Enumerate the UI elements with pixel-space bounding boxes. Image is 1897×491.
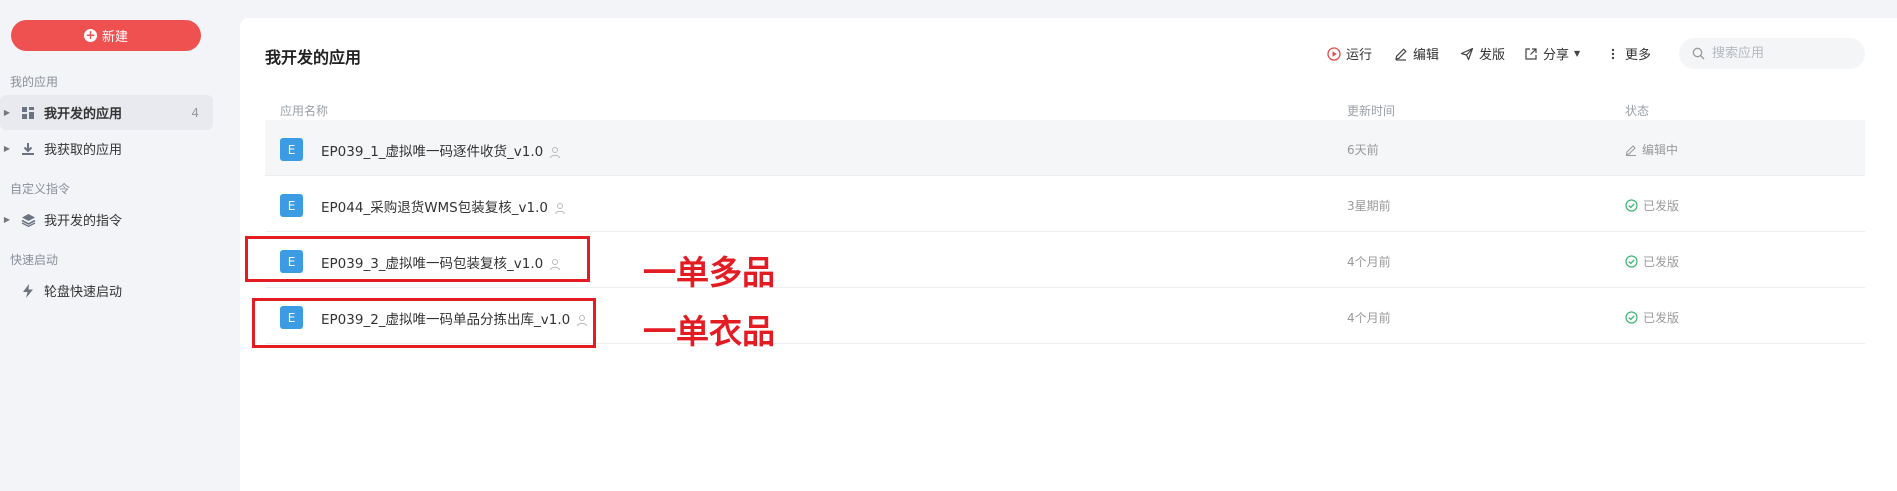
status-cell: 已发版 (1625, 309, 1679, 326)
updated-time: 3星期前 (1347, 199, 1391, 213)
app-badge: E (280, 138, 303, 161)
download-icon (20, 141, 36, 157)
edit-button[interactable]: 编辑 (1394, 44, 1439, 63)
more-label: 更多 (1625, 48, 1652, 63)
plus-icon: + (83, 28, 97, 42)
check-circle-icon (1625, 311, 1638, 324)
new-button[interactable]: + 新建 (11, 20, 201, 51)
app-badge: E (280, 194, 303, 217)
app-name-cell: EP044_采购退货WMS包装复核_v1.0 (321, 196, 567, 216)
status-cell: 编辑中 (1625, 141, 1678, 158)
toolbar: 运行 编辑 发版 分享 ▼ 更多 (240, 44, 1897, 64)
pencil-icon (1625, 144, 1636, 156)
publish-button[interactable]: 发版 (1460, 44, 1505, 63)
edit-label: 编辑 (1413, 48, 1440, 63)
user-share-icon (550, 146, 561, 158)
sidebar-item-label: 我开发的应用 (44, 107, 123, 122)
updated-time: 4个月前 (1347, 311, 1391, 325)
status-badge: 已发版 (1643, 199, 1680, 213)
pencil-icon (1395, 47, 1407, 61)
sidebar-item-wheel-quick-start[interactable]: 轮盘快速启动 (0, 273, 213, 308)
section-title-my-apps: 我的应用 (10, 75, 59, 89)
sidebar-item-acquired-apps[interactable]: ▶ 我获取的应用 (0, 131, 213, 166)
user-share-icon (554, 202, 565, 214)
caret-right-icon[interactable]: ▶ (0, 215, 14, 224)
search-input[interactable] (1712, 46, 1852, 61)
column-header-updated: 更新时间 (1347, 104, 1396, 118)
app-name[interactable]: EP044_采购退货WMS包装复核_v1.0 (321, 200, 548, 216)
section-title-quick-start: 快速启动 (10, 253, 59, 267)
app-name-cell: EP039_1_虚拟唯一码逐件收货_v1.0 (321, 140, 562, 160)
sidebar-item-label: 我开发的指令 (44, 214, 123, 229)
status-badge: 已发版 (1643, 255, 1680, 269)
updated-time: 4个月前 (1347, 255, 1391, 269)
updated-time: 6天前 (1347, 143, 1379, 157)
search-box[interactable] (1679, 38, 1865, 69)
annotation-box (245, 236, 590, 282)
status-badge: 已发版 (1643, 311, 1680, 325)
check-circle-icon (1625, 199, 1638, 212)
app-count: 4 (191, 105, 199, 120)
caret-right-icon[interactable]: ▶ (0, 144, 14, 153)
share-button[interactable]: 分享 ▼ (1524, 44, 1580, 63)
publish-label: 发版 (1479, 48, 1506, 63)
more-button[interactable]: 更多 (1606, 44, 1651, 63)
check-circle-icon (1625, 255, 1638, 268)
lightning-icon (20, 283, 36, 299)
annotation-label: 一单衣品 (643, 312, 775, 351)
run-button[interactable]: 运行 (1327, 44, 1372, 63)
share-icon (1525, 47, 1537, 60)
sidebar-item-my-commands[interactable]: ▶ 我开发的指令 (0, 202, 213, 237)
status-badge: 编辑中 (1642, 143, 1679, 157)
table-header: 应用名称 更新时间 状态 (265, 98, 1865, 122)
status-cell: 已发版 (1625, 197, 1679, 214)
sidebar-item-label: 轮盘快速启动 (44, 285, 123, 300)
layers-icon (20, 212, 36, 228)
section-title-custom-commands: 自定义指令 (10, 182, 71, 196)
sidebar-item-my-developed-apps[interactable]: ▶ 我开发的应用 4 (0, 95, 213, 130)
caret-right-icon[interactable]: ▶ (0, 108, 14, 117)
annotation-box (252, 298, 596, 348)
sidebar-item-label: 我获取的应用 (44, 143, 123, 158)
send-icon (1460, 47, 1474, 60)
status-cell: 已发版 (1625, 253, 1679, 270)
sidebar: + 新建 我的应用 ▶ 我开发的应用 4 ▶ 我获取的应用 自定义指令 ▶ 我开… (0, 0, 222, 491)
column-header-status: 状态 (1625, 104, 1650, 118)
search-icon (1692, 47, 1705, 60)
more-vertical-icon (1611, 48, 1615, 59)
run-label: 运行 (1346, 48, 1373, 63)
new-button-label: 新建 (101, 30, 128, 45)
caret-down-icon: ▼ (1574, 49, 1581, 58)
app-name[interactable]: EP039_1_虚拟唯一码逐件收货_v1.0 (321, 144, 543, 160)
table-row[interactable]: E EP044_采购退货WMS包装复核_v1.0 3星期前 已发版 (265, 176, 1865, 232)
grid-icon (20, 105, 36, 121)
share-label: 分享 (1543, 48, 1570, 63)
table-row[interactable]: E EP039_1_虚拟唯一码逐件收货_v1.0 6天前 编辑中 (265, 120, 1865, 176)
annotation-label: 一单多品 (643, 253, 775, 292)
play-circle-icon (1327, 46, 1341, 61)
column-header-name: 应用名称 (280, 104, 329, 118)
